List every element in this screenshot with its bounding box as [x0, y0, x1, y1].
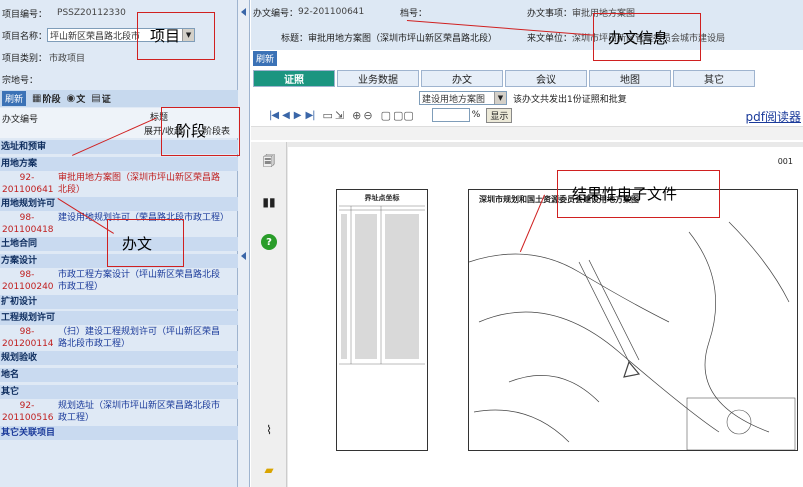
attachment-icon[interactable]: ⌇ [261, 422, 277, 438]
bookmarks-icon[interactable]: ▮▮ [261, 194, 277, 210]
stage-icon: ▦ [32, 93, 42, 104]
right-panel: 办文编号： 92-201100641 档号： 办文事项： 审批用地方案图 标题：… [251, 0, 803, 487]
doc-row[interactable]: 98- 201100240 市政工程方案设计（坪山新区荣昌路北段市政工程） [0, 269, 238, 293]
doc-button[interactable]: ◉ 文 [66, 92, 85, 105]
pdf-viewer[interactable]: 🗐 ▮▮ ? ⌇ ▰ 001 界址点坐标 深圳市规划和国土资源委员会建设用地方案… [251, 142, 803, 487]
pdf-sidebar: 🗐 ▮▮ ? ⌇ ▰ [251, 142, 287, 487]
refresh-button[interactable]: 刷新 [2, 91, 27, 106]
collapse-left-icon[interactable] [241, 252, 246, 260]
coordinate-table: 界址点坐标 [336, 189, 428, 451]
show-button[interactable]: 显示 [486, 107, 513, 123]
doc-icon: ◉ [66, 93, 76, 104]
doc-title: 审批用地方案图（深圳市坪山新区荣昌路北段） [308, 33, 498, 44]
fit-page-icon[interactable]: ▭ [323, 109, 333, 122]
category-row[interactable]: 用地方案 [0, 157, 238, 171]
doc-row[interactable]: 98- 201200114 （扫）建设工程规划许可（坪山新区荣昌路北段市政工程） [0, 326, 238, 350]
doc-select[interactable]: 建设用地方案图 ▼ [419, 91, 507, 105]
doc-row[interactable]: 92- 201100641 审批用地方案图（深圳市坪山新区荣昌路北段） [0, 172, 238, 196]
tab-meeting[interactable]: 会议 [505, 70, 587, 87]
first-page-icon[interactable]: |◀ [269, 110, 279, 121]
pdf-subbar [251, 126, 803, 140]
land-plan-drawing: 深圳市规划和国土资源委员会建设用地方案图 [468, 189, 798, 451]
pages-icon[interactable]: 🗐 [261, 154, 277, 170]
panel-splitter[interactable] [238, 0, 250, 487]
tab-map[interactable]: 地图 [589, 70, 671, 87]
project-type: 市政项目 [49, 53, 86, 64]
tab-business-data[interactable]: 业务数据 [337, 70, 419, 87]
project-no: PSSZ20112330 [57, 8, 126, 18]
coordinate-table-grid [339, 205, 425, 365]
pdf-page: 001 界址点坐标 深圳市规划和国土资源委员会建设用地方案图 [288, 147, 803, 487]
category-row[interactable]: 用地规划许可 [0, 197, 238, 211]
category-row[interactable]: 其它 [0, 385, 238, 399]
category-row[interactable]: 其它关联项目 [0, 426, 238, 440]
map-sketch [469, 221, 796, 451]
doc-row[interactable]: 92- 201100516 规划选址（深圳市坪山新区荣昌路北段市政工程） [0, 400, 238, 424]
stage-button[interactable]: ▦ 阶段 [32, 92, 60, 105]
comments-icon[interactable]: ▰ [261, 462, 277, 478]
tab-other[interactable]: 其它 [673, 70, 755, 87]
pdf-reader-link[interactable]: pdf阅读器 [746, 108, 801, 125]
last-page-icon[interactable]: ▶| [305, 110, 315, 121]
doc-summary: 该办文共发出1份证照和批复 [513, 94, 627, 105]
parcel-row: 宗地号： [2, 75, 39, 86]
help-icon[interactable]: ? [261, 234, 277, 250]
fit-width-icon[interactable]: ⇲ [335, 109, 344, 122]
project-type-row: 项目类别： 市政项目 [2, 48, 85, 66]
single-page-icon[interactable]: ▢ [381, 109, 391, 122]
next-page-icon[interactable]: ▶ [294, 110, 302, 121]
doc-no: 92-201100641 [298, 7, 365, 17]
zoom-in-icon[interactable]: ⊕ [352, 109, 361, 122]
refresh-button-right[interactable]: 刷新 [253, 51, 278, 66]
tab-certs[interactable]: 证照 [253, 70, 335, 87]
chevron-down-icon[interactable]: ▼ [494, 92, 506, 104]
tab-doc[interactable]: 办文 [421, 70, 503, 87]
category-row[interactable]: 规划验收 [0, 351, 238, 365]
project-no-row: 项目编号： PSSZ20112330 [2, 8, 126, 20]
page-number: 001 [777, 157, 793, 166]
category-row[interactable]: 工程规划许可 [0, 311, 238, 325]
prev-page-icon[interactable]: ◀ [282, 110, 290, 121]
category-row[interactable]: 扩初设计 [0, 295, 238, 309]
cert-icon: ▤ [91, 93, 101, 104]
zoom-input[interactable] [431, 108, 470, 122]
cert-button[interactable]: ▤ 证 [91, 92, 110, 105]
collapse-left-icon[interactable] [241, 8, 246, 16]
left-toolbar: 刷新 ▦ 阶段 ◉ 文 ▤ 证 [0, 90, 238, 107]
category-row[interactable]: 地名 [0, 368, 238, 382]
two-page-icon[interactable]: ▢▢ [393, 109, 414, 122]
zoom-out-icon[interactable]: ⊖ [363, 109, 372, 122]
pdf-toolbar: |◀ ◀ ▶ ▶| ▭ ⇲ ⊕ ⊖ ▢ ▢▢ % 显示 pdf阅读器 [269, 107, 801, 125]
